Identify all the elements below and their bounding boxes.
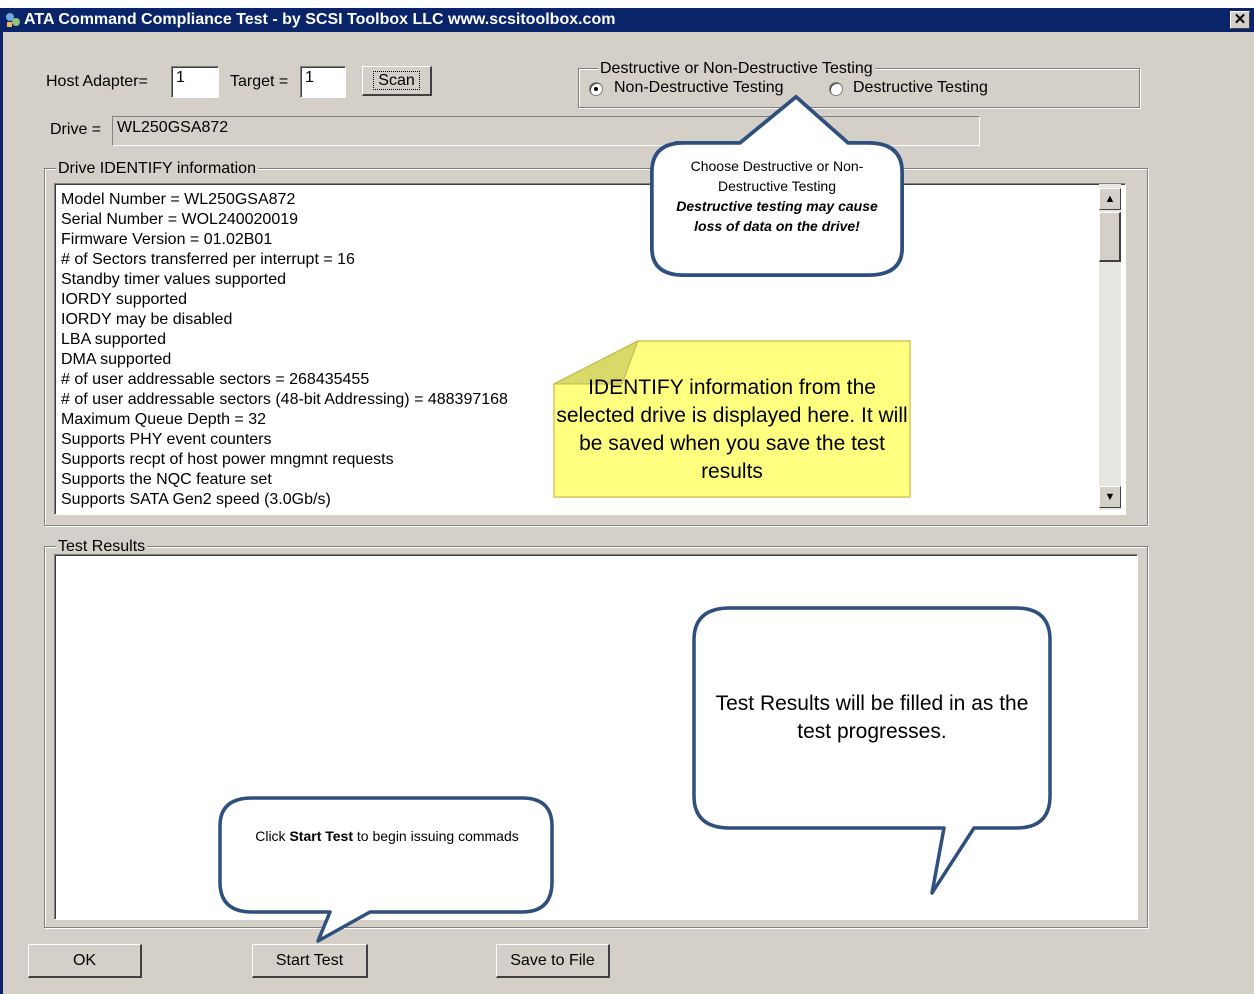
results-note-text: Test Results will be filled in as the te… (715, 692, 1029, 743)
results-callout-bubble (692, 606, 1052, 895)
identify-note-text: IDENTIFY information from the selected d… (556, 376, 908, 483)
start-test-callout-bubble (218, 796, 554, 943)
callout-shapes (218, 95, 1052, 943)
start-test-note-text: Click Start Test to begin issuing commad… (255, 828, 519, 844)
destructive-callout-text: Choose Destructive or Non- Destructive T… (676, 158, 878, 234)
